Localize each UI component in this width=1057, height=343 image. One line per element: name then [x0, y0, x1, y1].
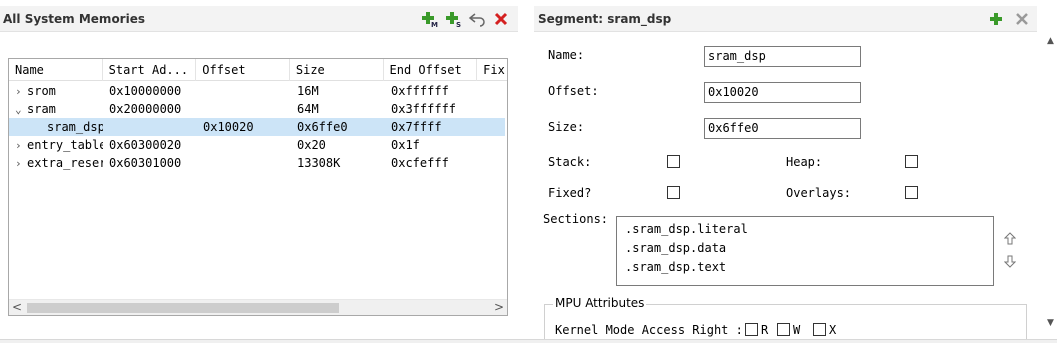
scroll-left-icon[interactable]: <: [9, 300, 25, 315]
kernel-read-checkbox[interactable]: [745, 323, 758, 336]
table-row[interactable]: › entry_table 0x60300020 0x20 0x1f: [9, 136, 505, 154]
panel-title: Segment: sram_dsp: [538, 11, 672, 26]
mpu-attributes-title: MPU Attributes: [553, 296, 647, 310]
fixed-checkbox[interactable]: [667, 186, 680, 199]
sections-label: Sections:: [543, 212, 609, 226]
row-size: 16M: [297, 84, 319, 98]
svg-text:S: S: [456, 21, 461, 28]
overlays-label: Overlays:: [786, 186, 852, 200]
move-down-icon[interactable]: [1003, 254, 1017, 271]
scroll-down-icon[interactable]: ▼: [1044, 318, 1057, 328]
row-name: sram_dsp: [47, 120, 103, 134]
column-header-end-offset[interactable]: End Offset: [384, 59, 478, 81]
fixed-label: Fixed?: [548, 186, 592, 200]
row-start: 0x60301000: [109, 156, 182, 170]
list-item[interactable]: .sram_dsp.data: [625, 239, 985, 258]
row-offset: [197, 136, 291, 154]
row-size: 0x20: [297, 138, 326, 152]
row-offset: [197, 100, 291, 118]
list-item[interactable]: .sram_dsp.text: [625, 258, 985, 277]
overlays-checkbox[interactable]: [905, 186, 918, 199]
vertical-scrollbar[interactable]: ▲ ▼: [1044, 6, 1057, 332]
expand-chevron-icon[interactable]: ›: [15, 83, 27, 100]
row-end: 0xcfefff: [391, 156, 449, 170]
row-end: 0x3ffffff: [391, 102, 457, 116]
delete-icon[interactable]: [492, 10, 510, 28]
heap-checkbox[interactable]: [905, 155, 918, 168]
row-offset: [197, 154, 291, 172]
column-header-fixed[interactable]: Fix: [477, 59, 507, 81]
column-header-size[interactable]: Size: [290, 59, 384, 81]
stack-label: Stack:: [548, 155, 592, 169]
kernel-write-checkbox[interactable]: [777, 323, 790, 336]
column-header-name[interactable]: Name: [9, 59, 103, 81]
row-offset: [197, 82, 291, 100]
kernel-write-label: W: [793, 323, 801, 337]
move-up-icon[interactable]: [1003, 232, 1017, 249]
name-label: Name:: [548, 48, 585, 62]
horizontal-scrollbar[interactable]: < >: [9, 299, 507, 315]
table-header: Name Start Ad... Offset Size End Offset …: [9, 59, 507, 81]
scrollbar-thumb[interactable]: [27, 303, 339, 313]
row-name: entry_table: [27, 138, 103, 152]
undo-icon[interactable]: [468, 10, 486, 28]
add-segment-icon[interactable]: S: [444, 10, 462, 28]
bottom-divider: [0, 339, 1057, 343]
table-row[interactable]: ›extra_reserved 0x60301000 13308K 0xcfef…: [9, 154, 505, 172]
row-size: 13308K: [297, 156, 341, 170]
row-start: 0x20000000: [109, 102, 182, 116]
add-memory-icon[interactable]: M: [420, 10, 438, 28]
memories-table[interactable]: Name Start Ad... Offset Size End Offset …: [8, 58, 508, 316]
row-end: 0x1f: [391, 138, 420, 152]
row-size: 64M: [297, 102, 319, 116]
row-size: 0x6ffe0: [297, 120, 348, 134]
mpu-attributes-group: MPU Attributes Kernel Mode Access Right …: [544, 296, 1027, 343]
table-row-selected[interactable]: sram_dsp 0x10020 0x6ffe0 0x7ffff: [9, 118, 505, 136]
row-start: 0x10000000: [109, 84, 182, 98]
scroll-up-icon[interactable]: ▲: [1044, 36, 1057, 46]
segment-panel: Segment: sram_dsp Name: sram_dsp Offset:…: [534, 0, 1057, 343]
offset-field[interactable]: 0x10020: [704, 82, 861, 103]
expand-chevron-icon[interactable]: ›: [15, 155, 27, 172]
name-field[interactable]: sram_dsp: [704, 46, 861, 67]
row-end: 0x7ffff: [391, 120, 442, 134]
scroll-right-icon[interactable]: >: [491, 300, 507, 315]
size-label: Size:: [548, 120, 585, 134]
row-end: 0xffffff: [391, 84, 449, 98]
stack-checkbox[interactable]: [667, 155, 680, 168]
list-item[interactable]: .sram_dsp.literal: [625, 220, 985, 239]
size-field[interactable]: 0x6ffe0: [704, 118, 861, 139]
svg-text:M: M: [431, 21, 438, 28]
right-panel-header: Segment: sram_dsp: [534, 6, 1037, 32]
collapse-chevron-icon[interactable]: ⌄: [15, 101, 27, 118]
kernel-execute-label: X: [829, 323, 837, 337]
row-name: sram: [27, 102, 56, 116]
row-start: [103, 118, 197, 136]
heap-label: Heap:: [786, 155, 823, 169]
row-name: srom: [27, 84, 56, 98]
add-icon[interactable]: [987, 10, 1005, 28]
row-offset: 0x10020: [203, 120, 254, 134]
kernel-read-label: R: [761, 323, 769, 337]
left-panel-header: All System Memories M S: [0, 6, 518, 32]
all-system-memories-panel: All System Memories M S Name Start Ad...…: [0, 0, 518, 343]
column-header-start-address[interactable]: Start Ad...: [103, 59, 197, 81]
table-row[interactable]: › srom 0x10000000 16M 0xffffff: [9, 82, 505, 100]
panel-title: All System Memories: [3, 11, 145, 26]
row-start: 0x60300020: [109, 138, 182, 152]
expand-chevron-icon[interactable]: ›: [15, 137, 27, 154]
kernel-execute-checkbox[interactable]: [813, 323, 826, 336]
sections-list[interactable]: .sram_dsp.literal .sram_dsp.data .sram_d…: [616, 216, 994, 286]
column-header-offset[interactable]: Offset: [196, 59, 290, 81]
kernel-mode-label: Kernel Mode Access Right :: [555, 323, 743, 337]
row-name: extra_reserved: [27, 156, 103, 170]
offset-label: Offset:: [548, 84, 599, 98]
table-row[interactable]: ⌄ sram 0x20000000 64M 0x3ffffff: [9, 100, 505, 118]
close-icon[interactable]: [1013, 10, 1031, 28]
